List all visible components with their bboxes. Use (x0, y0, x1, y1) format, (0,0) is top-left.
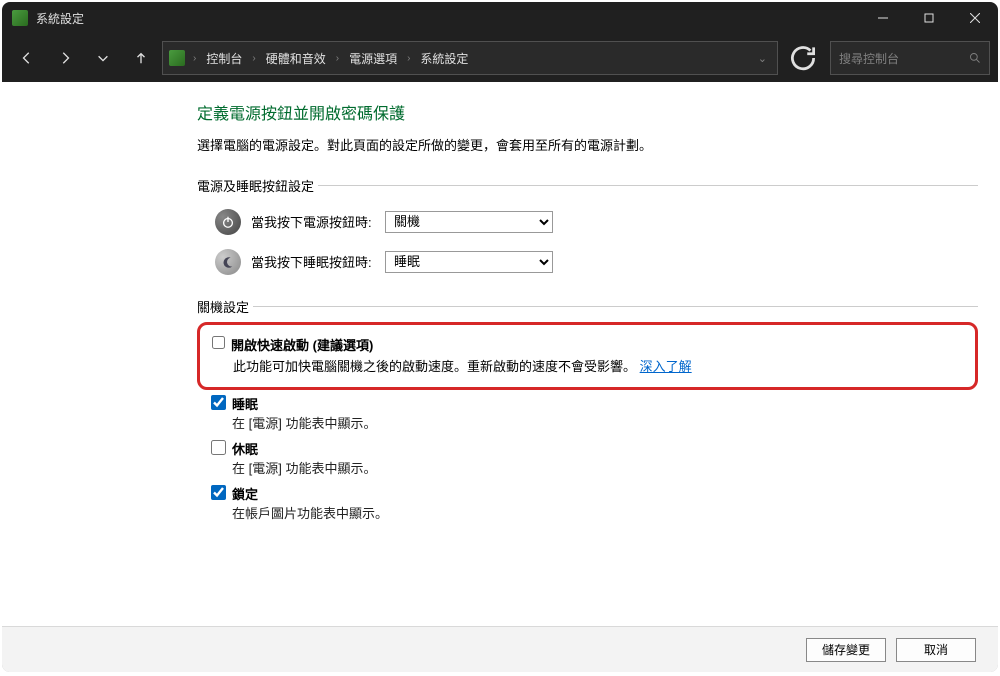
recent-dropdown[interactable] (86, 41, 120, 75)
power-button-settings-group: 電源及睡眠按鈕設定 當我按下電源按鈕時: 關機 當我按下睡眠按鈕時: (197, 176, 978, 279)
lock-sub: 在帳戶圖片功能表中顯示。 (232, 505, 978, 523)
close-button[interactable] (952, 2, 998, 34)
sleep-check-row: 睡眠 (211, 394, 978, 413)
search-placeholder: 搜尋控制台 (839, 50, 969, 67)
address-bar[interactable]: › 控制台 › 硬體和音效 › 電源選項 › 系統設定 ⌄ (162, 41, 778, 75)
titlebar: 系統設定 (2, 2, 998, 34)
search-icon (969, 52, 981, 64)
sleep-checkbox[interactable] (211, 395, 226, 410)
power-button-select[interactable]: 關機 (385, 211, 553, 233)
app-icon (12, 10, 28, 26)
chevron-right-icon: › (332, 53, 343, 64)
hibernate-check-row: 休眠 (211, 439, 978, 458)
hibernate-checkbox[interactable] (211, 440, 226, 455)
power-button-label: 當我按下電源按鈕時: (251, 212, 385, 231)
power-icon (215, 209, 241, 235)
sleep-button-label: 當我按下睡眠按鈕時: (251, 252, 385, 271)
breadcrumb-item[interactable]: 硬體和音效 (262, 48, 330, 69)
hibernate-label: 休眠 (232, 439, 258, 458)
back-button[interactable] (10, 41, 44, 75)
sleep-label: 睡眠 (232, 394, 258, 413)
fast-startup-label: 開啟快速啟動 (建議選項) (231, 335, 373, 354)
lock-check-row: 鎖定 (211, 484, 978, 503)
maximize-button[interactable] (906, 2, 952, 34)
group-legend: 關機設定 (197, 297, 253, 316)
fast-startup-sub: 此功能可加快電腦關機之後的啟動速度。重新啟動的速度不會受影響。 (233, 359, 636, 374)
forward-button[interactable] (48, 41, 82, 75)
app-window: 系統設定 › 控制台 (2, 2, 998, 672)
power-button-row: 當我按下電源按鈕時: 關機 (215, 209, 978, 235)
chevron-right-icon: › (189, 53, 200, 64)
fast-startup-highlight: 開啟快速啟動 (建議選項) 此功能可加快電腦關機之後的啟動速度。重新啟動的速度不… (197, 322, 978, 390)
sleep-button-row: 當我按下睡眠按鈕時: 睡眠 (215, 249, 978, 275)
minimize-button[interactable] (860, 2, 906, 34)
page-description: 選擇電腦的電源設定。對此頁面的設定所做的變更，會套用至所有的電源計劃。 (197, 136, 978, 156)
sleep-icon (215, 249, 241, 275)
chevron-right-icon: › (403, 53, 414, 64)
sleep-sub: 在 [電源] 功能表中顯示。 (232, 415, 978, 433)
refresh-button[interactable] (786, 41, 820, 75)
save-button[interactable]: 儲存變更 (806, 638, 886, 662)
navbar: › 控制台 › 硬體和音效 › 電源選項 › 系統設定 ⌄ 搜尋控制台 (2, 34, 998, 82)
group-legend: 電源及睡眠按鈕設定 (197, 176, 318, 195)
learn-more-link[interactable]: 深入了解 (640, 359, 692, 374)
breadcrumb-item[interactable]: 控制台 (202, 48, 246, 69)
breadcrumb-item[interactable]: 系統設定 (416, 48, 472, 69)
window-controls (860, 2, 998, 34)
page-title: 定義電源按鈕並開啟密碼保護 (197, 100, 978, 124)
cancel-button[interactable]: 取消 (896, 638, 976, 662)
lock-label: 鎖定 (232, 484, 258, 503)
button-bar: 儲存變更 取消 (2, 626, 998, 672)
chevron-right-icon: › (248, 53, 259, 64)
up-button[interactable] (124, 41, 158, 75)
shutdown-settings-group: 關機設定 開啟快速啟動 (建議選項) 此功能可加快電腦關機之後的啟動速度。重新啟… (197, 297, 978, 530)
location-icon (169, 50, 185, 66)
sleep-button-select[interactable]: 睡眠 (385, 251, 553, 273)
window-title: 系統設定 (36, 10, 84, 27)
fast-startup-checkbox[interactable] (212, 336, 225, 349)
hibernate-sub: 在 [電源] 功能表中顯示。 (232, 460, 978, 478)
lock-checkbox[interactable] (211, 485, 226, 500)
content-area: 定義電源按鈕並開啟密碼保護 選擇電腦的電源設定。對此頁面的設定所做的變更，會套用… (2, 82, 998, 672)
search-input[interactable]: 搜尋控制台 (830, 41, 990, 75)
chevron-down-icon[interactable]: ⌄ (754, 52, 771, 65)
breadcrumb-item[interactable]: 電源選項 (345, 48, 401, 69)
